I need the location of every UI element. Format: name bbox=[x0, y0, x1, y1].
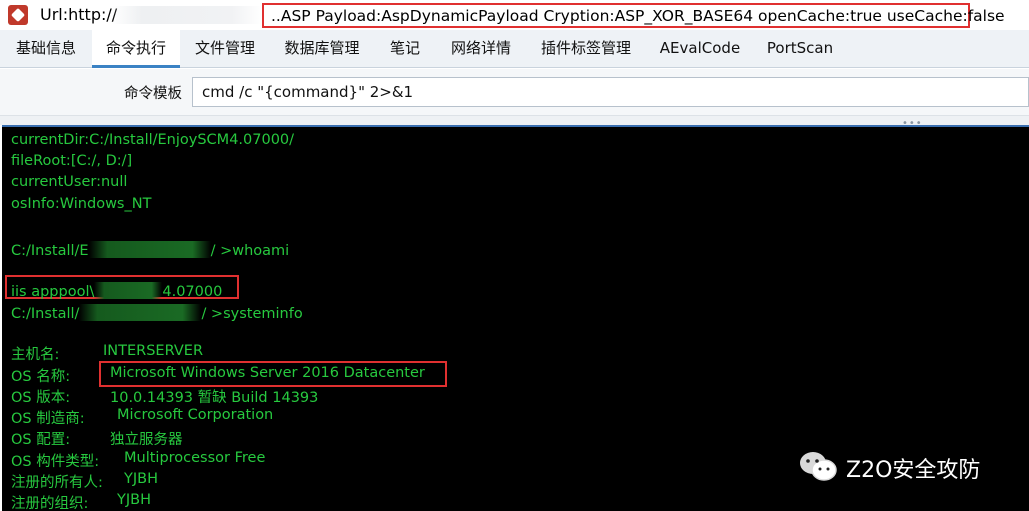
console-line-whoami-result: iis apppool\ 4.07000 bbox=[11, 279, 222, 300]
prompt-command: / >systeminfo bbox=[201, 306, 303, 322]
command-template-row: 命令模板 bbox=[0, 69, 1029, 115]
sysinfo-value-hostname: INTERSERVER bbox=[103, 343, 204, 359]
redacted-user bbox=[94, 282, 163, 299]
sysinfo-key-os-config: OS 配置: bbox=[11, 432, 71, 448]
tab-bar: 基础信息 命令执行 文件管理 数据库管理 笔记 网络详情 插件标签管理 AEva… bbox=[0, 30, 1029, 68]
title-bar: Url:http:// ..ASP Payload:AspDynamicPayl… bbox=[0, 0, 1029, 30]
payload-info: ..ASP Payload:AspDynamicPayload Cryption… bbox=[271, 7, 1005, 25]
sysinfo-value-registered-org: YJBH bbox=[117, 492, 151, 508]
redacted-url bbox=[112, 6, 262, 24]
console-line-current-dir: currentDir:C:/Install/EnjoySCM4.07000/ bbox=[11, 132, 295, 148]
watermark-text: Z2O安全攻防 bbox=[846, 458, 981, 483]
app-logo-icon bbox=[8, 5, 28, 25]
tab-network-details[interactable]: 网络详情 bbox=[436, 30, 526, 68]
tab-command-exec[interactable]: 命令执行 bbox=[92, 30, 180, 68]
console-line-os-info: osInfo:Windows_NT bbox=[11, 196, 152, 212]
window-url-label: Url:http:// bbox=[40, 5, 118, 24]
tab-notes[interactable]: 笔记 bbox=[374, 30, 436, 68]
sysinfo-value-os-version: 10.0.14393 暂缺 Build 14393 bbox=[110, 390, 319, 406]
console-line-current-user: currentUser:null bbox=[11, 174, 128, 190]
sysinfo-value-os-build-type: Multiprocessor Free bbox=[124, 450, 266, 466]
sysinfo-key-os-build-type: OS 构件类型: bbox=[11, 454, 100, 470]
command-template-label: 命令模板 bbox=[124, 86, 182, 102]
tab-portscan[interactable]: PortScan bbox=[754, 30, 846, 68]
tab-plugin-tag-manager[interactable]: 插件标签管理 bbox=[526, 30, 646, 68]
whoami-version: 4.07000 bbox=[162, 284, 223, 300]
tab-aevalcode[interactable]: AEvalCode bbox=[646, 30, 754, 68]
tab-file-manager[interactable]: 文件管理 bbox=[180, 30, 270, 68]
payload-info-highlight: ..ASP Payload:AspDynamicPayload Cryption… bbox=[262, 3, 1005, 28]
redacted-path bbox=[88, 241, 211, 258]
tab-basic-info[interactable]: 基础信息 bbox=[0, 30, 92, 68]
wechat-icon bbox=[800, 452, 837, 481]
sysinfo-key-registered-org: 注册的组织: bbox=[11, 496, 89, 511]
sysinfo-key-hostname: 主机名: bbox=[11, 347, 60, 363]
console-line-prompt-systeminfo: C:/Install/ / >systeminfo bbox=[11, 301, 303, 322]
console-line-file-root: fileRoot:[C:/, D:/] bbox=[11, 153, 133, 169]
prompt-path: C:/Install/E bbox=[11, 243, 89, 259]
console-line-prompt-whoami: C:/Install/E / >whoami bbox=[11, 238, 289, 259]
redacted-path bbox=[79, 304, 202, 321]
sysinfo-key-os-version: OS 版本: bbox=[11, 390, 71, 406]
sysinfo-value-os-name: Microsoft Windows Server 2016 Datacenter bbox=[110, 365, 425, 381]
sysinfo-value-registered-owner: YJBH bbox=[124, 471, 158, 487]
prompt-path: C:/Install/ bbox=[11, 306, 80, 322]
command-template-input[interactable] bbox=[192, 77, 1029, 107]
prompt-command: / >whoami bbox=[210, 243, 290, 259]
sysinfo-key-os-manufacturer: OS 制造商: bbox=[11, 411, 85, 427]
sysinfo-value-os-manufacturer: Microsoft Corporation bbox=[117, 407, 274, 423]
tab-database-manager[interactable]: 数据库管理 bbox=[270, 30, 374, 68]
pane-splitter[interactable]: ••• bbox=[0, 115, 1029, 129]
sysinfo-key-registered-owner: 注册的所有人: bbox=[11, 475, 103, 491]
whoami-user: iis apppool\ bbox=[11, 284, 95, 300]
sysinfo-value-os-config: 独立服务器 bbox=[110, 432, 183, 448]
sysinfo-key-os-name: OS 名称: bbox=[11, 369, 71, 385]
